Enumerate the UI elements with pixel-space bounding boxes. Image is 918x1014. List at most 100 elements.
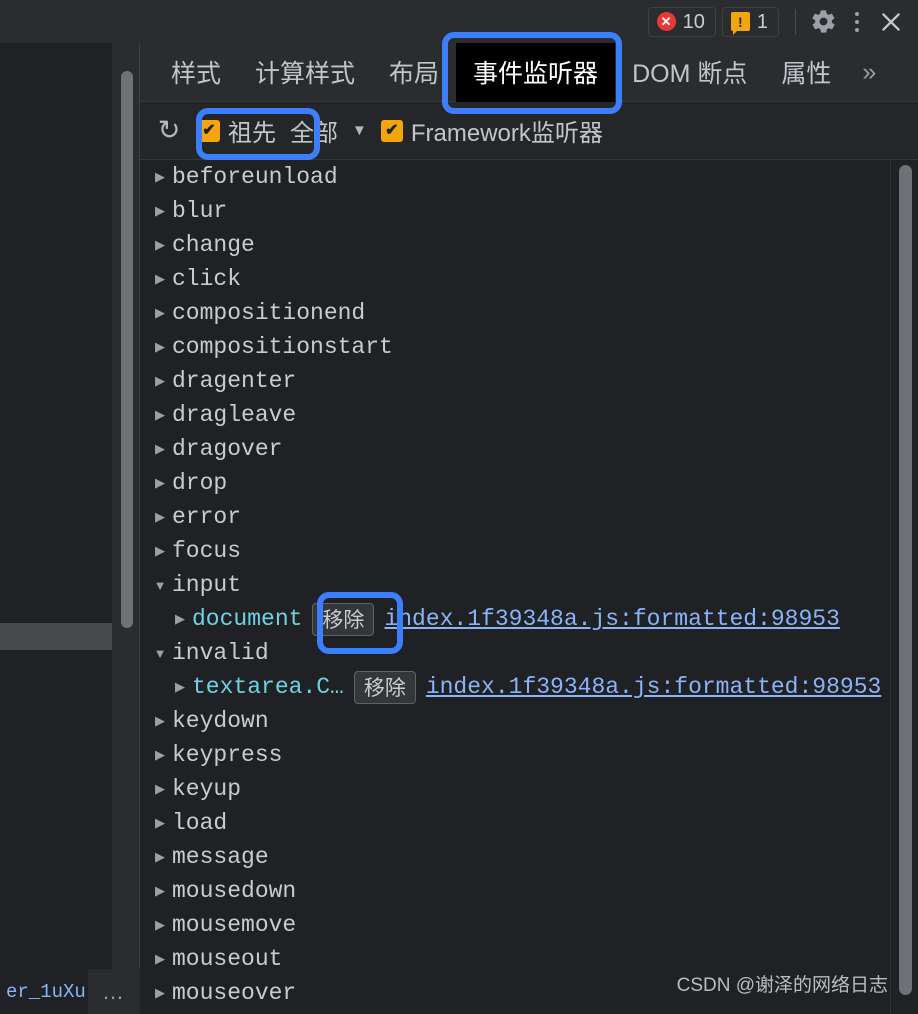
dom-tree-selected-row[interactable] [0,623,113,650]
sidebar-pane: 样式 计算样式 布局 事件监听器 DOM 断点 属性 » ↻ ✔ 祖先 全部 ▼… [140,42,918,1014]
chevron-down-icon[interactable]: ▼ [152,578,168,593]
devtools-top-bar: ✕ 10 ! 1 [0,0,918,43]
chevron-right-icon[interactable]: ▶ [152,271,168,287]
event-listener-entry[interactable]: ▶ textarea.C… 移除 index.1f39348a.js:formatte… [140,670,918,704]
warning-badge[interactable]: ! 1 [721,6,779,37]
settings-button[interactable] [806,5,840,39]
chevron-right-icon[interactable]: ▶ [152,849,168,865]
listener-node-name[interactable]: textarea.C… [192,674,344,700]
warning-triangle-icon: ! [730,12,750,35]
event-listener-entry[interactable]: ▶ document 移除 index.1f39348a.js:formatted:9… [140,602,918,636]
event-listeners-list[interactable]: ▶ beforeunload ▶ blur ▶ change ▶ click ▶ composit… [140,160,918,1014]
chevron-right-icon[interactable]: ▶ [152,373,168,389]
tab-layout[interactable]: 布局 [372,43,456,102]
tab-styles[interactable]: 样式 [154,43,238,102]
event-row[interactable]: ▶ mousemove [140,908,918,942]
chevron-right-icon[interactable]: ▶ [152,305,168,321]
event-name: mouseout [172,946,283,972]
breadcrumb-item[interactable]: er_1uXu [0,969,88,1014]
dom-tree-scrollbar[interactable] [112,43,139,969]
remove-listener-button[interactable]: 移除 [312,602,375,636]
framework-listeners-checkbox[interactable]: ✔ Framework监听器 [373,113,611,148]
event-row[interactable]: ▶ focus [140,534,918,568]
listener-source-link[interactable]: index.1f39348a.js:formatted:98953 [426,674,881,700]
event-row[interactable]: ▶ keypress [140,738,918,772]
chevron-right-icon[interactable]: ▶ [152,883,168,899]
event-row[interactable]: ▶ blur [140,194,918,228]
event-row[interactable]: ▼ invalid [140,636,918,670]
sidebar-tab-strip: 样式 计算样式 布局 事件监听器 DOM 断点 属性 » [140,42,918,102]
watermark: CSDN @谢泽的网络日志 [676,975,888,996]
tab-computed[interactable]: 计算样式 [238,43,372,102]
ancestors-checkbox-label: 祖先 [228,120,276,147]
event-row[interactable]: ▶ change [140,228,918,262]
event-rows-container: ▶ beforeunload ▶ blur ▶ change ▶ click ▶ composit… [140,160,918,1010]
event-row[interactable]: ▶ dragleave [140,398,918,432]
chevron-right-icon[interactable]: ▶ [152,747,168,763]
event-name: keydown [172,708,269,734]
tab-dom-breakpoints[interactable]: DOM 断点 [615,43,764,102]
event-row[interactable]: ▶ keyup [140,772,918,806]
dom-tree-panel[interactable]: er_1uXu … [0,43,140,1014]
chevron-right-icon[interactable]: ▶ [152,169,168,185]
more-options-button[interactable] [840,5,874,39]
remove-listener-button[interactable]: 移除 [353,670,416,704]
chevron-right-icon[interactable]: ▶ [152,237,168,253]
event-row[interactable]: ▶ click [140,262,918,296]
event-name: input [172,572,242,598]
dom-tree-content[interactable] [0,43,113,969]
event-row[interactable]: ▶ mousedown [140,874,918,908]
chevron-right-icon[interactable]: ▶ [172,679,188,695]
tab-event-listeners[interactable]: 事件监听器 [456,42,616,102]
close-devtools-button[interactable] [874,5,908,39]
listener-node-name[interactable]: document [192,606,302,632]
event-listeners-toolbar: ↻ ✔ 祖先 全部 ▼ ✔ Framework监听器 [140,102,918,160]
chevron-right-icon[interactable]: ▶ [152,475,168,491]
event-row[interactable]: ▶ beforeunload [140,160,918,194]
event-name: click [172,266,242,292]
chevron-right-icon[interactable]: ▶ [152,203,168,219]
framework-listeners-checkbox-label: Framework监听器 [410,120,603,147]
chevron-right-icon[interactable]: ▶ [152,543,168,559]
chevron-right-icon[interactable]: ▶ [152,781,168,797]
event-row[interactable]: ▶ drop [140,466,918,500]
ancestors-checkbox[interactable]: ✔ 祖先 [190,113,284,148]
tab-properties[interactable]: 属性 [764,43,848,102]
tabs-overflow-icon[interactable]: » [848,58,890,87]
error-badge[interactable]: ✕ 10 [647,6,716,37]
event-name: compositionstart [172,334,393,360]
chevron-right-icon[interactable]: ▶ [152,951,168,967]
chevron-right-icon[interactable]: ▶ [152,713,168,729]
event-row[interactable]: ▶ load [140,806,918,840]
breadcrumb-overflow-icon[interactable]: … [88,979,140,1005]
listener-filter-value: 全部 [290,120,338,147]
dom-tree-scrollbar-thumb[interactable] [121,71,133,628]
listener-filter-dropdown[interactable]: 全部 ▼ [284,113,373,148]
chevron-right-icon[interactable]: ▶ [152,407,168,423]
event-row[interactable]: ▶ message [140,840,918,874]
event-name: compositionend [172,300,366,326]
event-row[interactable]: ▼ input [140,568,918,602]
event-row[interactable]: ▶ compositionend [140,296,918,330]
event-row[interactable]: ▶ dragover [140,432,918,466]
toolbar-divider [795,8,796,35]
event-name: dragover [172,436,283,462]
event-name: mousedown [172,878,297,904]
event-row[interactable]: ▶ dragenter [140,364,918,398]
chevron-right-icon[interactable]: ▶ [152,441,168,457]
chevron-down-icon: ▼ [352,122,367,139]
event-list-scrollbar-thumb[interactable] [899,165,912,995]
chevron-right-icon[interactable]: ▶ [172,611,188,627]
listener-source-link[interactable]: index.1f39348a.js:formatted:98953 [384,606,839,632]
event-row[interactable]: ▶ keydown [140,704,918,738]
event-list-scrollbar[interactable] [890,160,918,1014]
chevron-right-icon[interactable]: ▶ [152,509,168,525]
chevron-right-icon[interactable]: ▶ [152,917,168,933]
chevron-right-icon[interactable]: ▶ [152,339,168,355]
chevron-right-icon[interactable]: ▶ [152,985,168,1001]
event-row[interactable]: ▶ compositionstart [140,330,918,364]
chevron-right-icon[interactable]: ▶ [152,815,168,831]
refresh-icon[interactable]: ↻ [154,115,184,146]
event-row[interactable]: ▶ error [140,500,918,534]
chevron-down-icon[interactable]: ▼ [152,646,168,661]
